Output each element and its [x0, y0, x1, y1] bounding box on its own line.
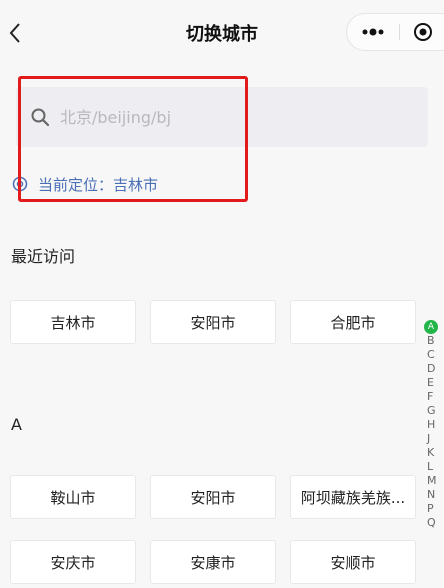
city-button[interactable]: 安顺市: [290, 540, 416, 584]
location-city[interactable]: 吉林市: [113, 174, 158, 195]
location-label: 当前定位：: [38, 175, 114, 194]
city-button[interactable]: 鞍山市: [10, 475, 136, 519]
index-letter-n[interactable]: N: [427, 488, 435, 501]
index-letter-a[interactable]: A: [424, 320, 438, 334]
index-letter-j[interactable]: J: [427, 432, 430, 445]
more-dots-icon: [362, 28, 384, 36]
city-button[interactable]: 安庆市: [10, 540, 136, 584]
more-button[interactable]: [347, 14, 399, 50]
city-button[interactable]: 安康市: [150, 540, 276, 584]
index-letter-f[interactable]: F: [427, 390, 433, 403]
index-letter-p[interactable]: P: [427, 502, 434, 515]
current-location[interactable]: 当前定位： 吉林市: [12, 172, 158, 196]
search-icon: [31, 108, 50, 127]
mini-program-capsule: [346, 13, 444, 51]
location-target-icon: [12, 176, 28, 192]
recent-section-title: 最近访问: [11, 247, 76, 266]
recent-city-button[interactable]: 吉林市: [10, 300, 136, 344]
index-letter-h[interactable]: H: [427, 418, 435, 431]
index-letter-m[interactable]: M: [427, 474, 437, 487]
search-input[interactable]: [60, 103, 400, 131]
city-search-box[interactable]: [16, 87, 428, 147]
capsule-divider: [399, 24, 400, 40]
index-letter-l[interactable]: L: [427, 460, 433, 473]
index-letter-k[interactable]: K: [427, 446, 434, 459]
index-letter-b[interactable]: B: [427, 334, 435, 347]
city-switch-page: 切换城市 北京/beijing/bj 当前定位： 吉林市 最近访问 吉林市 安阳…: [0, 0, 444, 588]
index-letter-q[interactable]: Q: [427, 516, 436, 529]
index-letter-g[interactable]: G: [427, 404, 436, 417]
alphabet-index-bar[interactable]: A B C D E F G H J K L M N P Q: [424, 320, 444, 588]
city-button[interactable]: 阿坝藏族羌族...: [290, 475, 416, 519]
recent-city-button[interactable]: 安阳市: [150, 300, 276, 344]
letter-group-header: A: [11, 415, 22, 434]
index-letter-c[interactable]: C: [427, 348, 435, 361]
recent-city-button[interactable]: 合肥市: [290, 300, 416, 344]
index-letter-e[interactable]: E: [427, 376, 434, 389]
target-circle-icon: [414, 23, 432, 41]
nav-bar: 切换城市: [0, 0, 444, 66]
city-button[interactable]: 安阳市: [150, 475, 276, 519]
index-letter-d[interactable]: D: [427, 362, 435, 375]
close-mini-program-button[interactable]: [403, 14, 443, 50]
